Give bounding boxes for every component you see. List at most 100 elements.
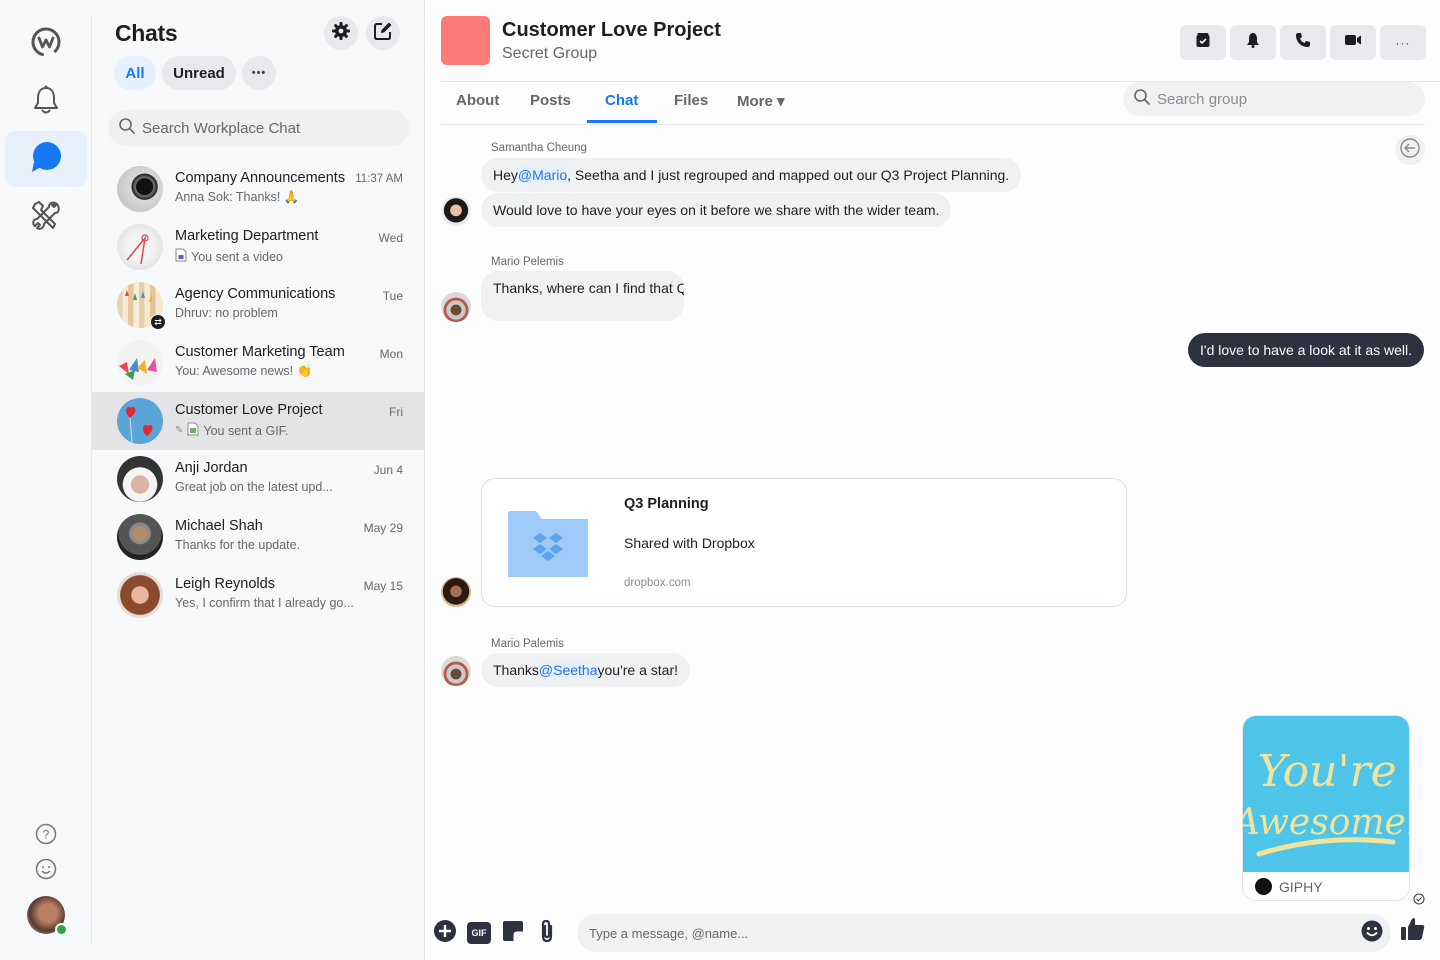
workplace-icon [30, 26, 62, 63]
tab-files[interactable]: Files [674, 90, 708, 122]
search-icon [1133, 88, 1151, 111]
message-input[interactable] [589, 925, 1329, 941]
add-attachment-button[interactable] [432, 919, 458, 948]
bell-icon [1245, 32, 1261, 53]
seen-check-icon [1413, 892, 1425, 910]
filter-unread-tab[interactable]: Unread [162, 56, 236, 90]
chat-search-field[interactable] [108, 110, 410, 146]
message-text: Hey [493, 167, 518, 183]
video-call-button[interactable] [1330, 25, 1376, 60]
emoji-button[interactable] [1359, 920, 1385, 946]
chat-item-marketing-department[interactable]: Marketing Department You sent a video We… [92, 218, 424, 276]
chat-preview-text: You sent a video [191, 249, 283, 264]
chat-item-customer-marketing-team[interactable]: Customer Marketing Team You: Awesome new… [92, 334, 424, 392]
tab-chat[interactable]: Chat [605, 90, 638, 122]
chat-item-michael-shah[interactable]: Michael Shah Thanks for the update. May … [92, 508, 424, 566]
pencil-draft-icon: ✎ [175, 425, 184, 436]
chat-item-leigh-reynolds[interactable]: Leigh Reynolds Yes, I confirm that I alr… [92, 566, 424, 624]
sender-avatar[interactable] [441, 196, 471, 226]
chat-list-panel: Chats All Unread ••• Company Announcemen… [92, 0, 424, 960]
sender-avatar[interactable] [441, 292, 471, 322]
tab-posts[interactable]: Posts [530, 90, 571, 122]
message-sender: Mario Pelemis [491, 256, 564, 268]
like-button[interactable] [1400, 917, 1426, 944]
mention-link[interactable]: @Seetha [538, 661, 598, 679]
online-status-indicator [55, 923, 68, 936]
tab-about[interactable]: About [456, 90, 499, 122]
gear-icon [331, 21, 351, 46]
message-text: Would love to have your eyes on it befor… [493, 202, 940, 218]
audio-call-button[interactable] [1280, 25, 1326, 60]
mention-link[interactable]: @Mario [517, 166, 568, 184]
group-search-input[interactable] [1157, 90, 1407, 108]
gif-icon: GIF [467, 922, 491, 944]
smiley-icon [35, 858, 57, 885]
settings-button[interactable] [324, 16, 358, 50]
feedback-button[interactable] [34, 858, 58, 885]
sender-avatar[interactable] [441, 577, 471, 607]
chat-preview-text: Anna Sok: Thanks! 🙏 [175, 190, 300, 204]
chat-preview: Thanks for the update. [175, 538, 300, 552]
sender-avatar[interactable] [441, 656, 471, 686]
notifications-toggle-button[interactable] [1230, 25, 1276, 60]
chat-time: Fri [389, 405, 403, 419]
emoji-icon [1361, 920, 1383, 947]
more-options-button[interactable]: ··· [1380, 25, 1426, 60]
more-icon: ··· [1395, 35, 1411, 50]
chat-avatar [117, 340, 163, 386]
svg-text:?: ? [43, 827, 50, 841]
shared-channel-badge: ⇄ [150, 314, 166, 330]
attach-file-button[interactable] [534, 919, 560, 946]
tasks-button[interactable] [1180, 25, 1226, 60]
gif-text-line2: Awesome! [1243, 802, 1410, 843]
chat-avatar [117, 166, 163, 212]
gif-image: You're Awesome! [1243, 716, 1410, 872]
message-bubble[interactable]: Hey @Mario, Seetha and I just regrouped … [481, 158, 1022, 192]
gif-source: GIPHY [1279, 878, 1323, 895]
chat-preview-text: You: Awesome news! 👏 [175, 364, 313, 378]
outgoing-message-bubble[interactable]: I'd love to have a look at it as well. [1188, 333, 1425, 367]
new-message-button[interactable] [366, 16, 400, 50]
chat-item-customer-love-project[interactable]: Customer Love Project ✎ You sent a GIF. … [92, 392, 424, 450]
message-bubble[interactable]: Would love to have your eyes on it befor… [481, 193, 952, 227]
message-composer[interactable] [577, 914, 1391, 952]
filter-all-tab[interactable]: All [114, 56, 156, 90]
workplace-logo-button[interactable] [5, 16, 87, 72]
chat-preview-text: You sent a GIF. [203, 423, 289, 438]
chat-preview: Great job on the latest upd... [175, 480, 333, 494]
gif-button[interactable]: GIF [466, 920, 492, 946]
group-cover-thumbnail[interactable] [441, 16, 490, 65]
message-bubble[interactable]: Thanks @Seetha you're a star! [481, 653, 691, 687]
message-text: you're a star! [597, 662, 679, 678]
message-bubble[interactable]: Thanks, where can I find that Q [481, 271, 684, 321]
filter-more-button[interactable]: ••• [242, 56, 276, 90]
chat-avatar [117, 224, 163, 270]
conversation-panel: Customer Love Project Secret Group ··· A… [424, 0, 1440, 960]
collapse-details-button[interactable] [1395, 135, 1425, 165]
chat-search-input[interactable] [142, 119, 392, 137]
workplace-chat-app: ? Chats All Unread ••• Search Workplace … [0, 0, 1440, 960]
integrations-button[interactable] [5, 189, 87, 245]
sticker-button[interactable] [500, 920, 526, 946]
chat-name: Marketing Department [175, 228, 319, 244]
tab-more[interactable]: More ▾ [737, 90, 785, 122]
chat-avatar [117, 456, 163, 502]
group-privacy-label: Secret Group [502, 45, 598, 62]
chat-item-anji-jordan[interactable]: Anji Jordan Great job on the latest upd.… [92, 450, 424, 508]
chats-button[interactable] [5, 131, 87, 187]
add-icon [433, 919, 457, 948]
compose-icon [373, 21, 393, 46]
shared-link-card[interactable]: Q3 Planning Shared with Dropbox dropbox.… [481, 478, 1127, 607]
chat-item-agency-communications[interactable]: ⇄ Agency Communications Dhruv: no proble… [92, 276, 424, 334]
chat-avatar [117, 398, 163, 444]
help-button[interactable]: ? [34, 823, 58, 848]
gif-attribution: GIPHY [1255, 878, 1323, 895]
message-text: , Seetha and I just regrouped and mapped… [567, 167, 1010, 183]
chat-bubble-icon [29, 140, 63, 179]
notifications-button[interactable] [5, 74, 87, 130]
gif-message[interactable]: You're Awesome! GIPHY [1242, 715, 1410, 901]
arrow-left-circle-icon [1399, 137, 1421, 164]
message-sender: Samantha Cheung [491, 142, 587, 154]
chat-item-company-announcements[interactable]: Company Announcements Anna Sok: Thanks! … [92, 160, 424, 218]
group-search-field[interactable] [1123, 82, 1425, 116]
